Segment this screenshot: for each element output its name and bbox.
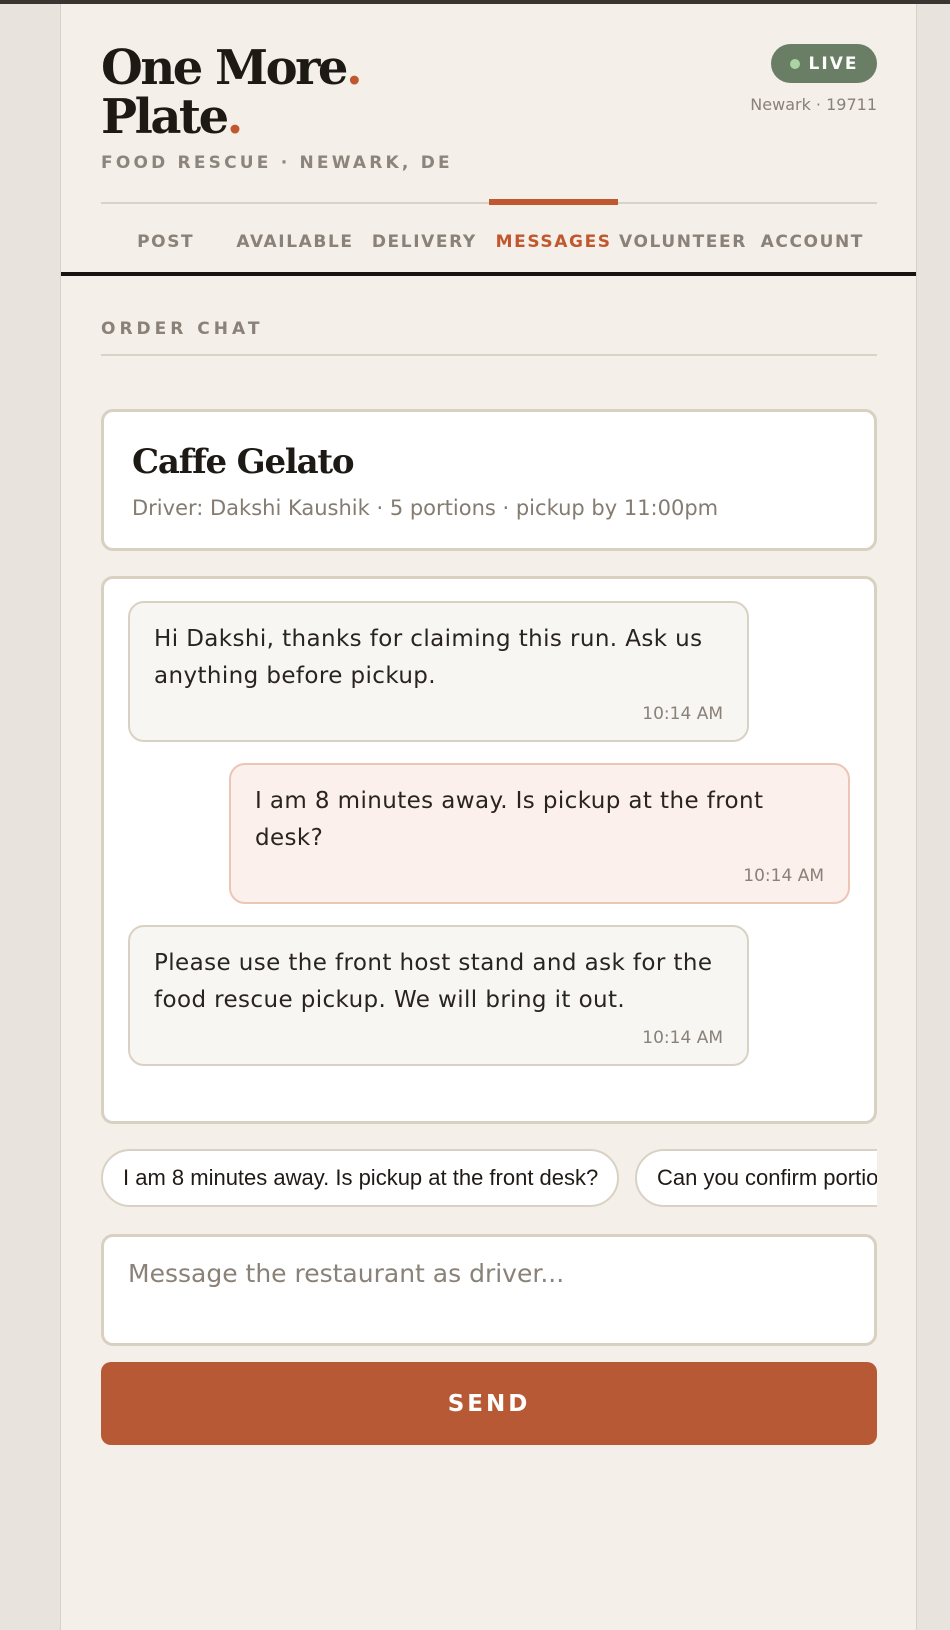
message-bubble-driver: I am 8 minutes away. Is pickup at the fr… [229, 763, 850, 904]
message-time: 10:14 AM [743, 866, 824, 886]
section-title: ORDER CHAT [101, 319, 264, 339]
live-dot-icon [789, 58, 800, 69]
message-text: Please use the front host stand and ask … [154, 950, 713, 1013]
brand-tagline: FOOD RESCUE · NEWARK, DE [101, 153, 453, 173]
message-text: I am 8 minutes away. Is pickup at the fr… [255, 788, 764, 851]
main-nav: POST AVAILABLE DELIVERY MESSAGES VOLUNTE… [101, 199, 877, 258]
message-text: Hi Dakshi, thanks for claiming this run.… [154, 626, 703, 689]
message-bubble-restaurant: Please use the front host stand and ask … [128, 925, 749, 1066]
send-button[interactable]: SEND [101, 1362, 877, 1445]
quick-reply-chip[interactable]: I am 8 minutes away. Is pickup at the fr… [101, 1149, 619, 1207]
restaurant-name: Caffe Gelato [132, 442, 355, 482]
brand-logo: One More. Plate. [101, 44, 363, 145]
location-label: Newark · 19711 [750, 95, 877, 114]
order-meta: Driver: Dakshi Kaushik · 5 portions · pi… [132, 496, 719, 520]
brand-dot: . [345, 40, 363, 96]
tab-volunteer[interactable]: VOLUNTEER [618, 226, 747, 258]
header-divider [61, 272, 916, 276]
message-time: 10:14 AM [642, 704, 723, 724]
app-frame: One More. Plate. FOOD RESCUE · NEWARK, D… [60, 4, 917, 1630]
message-input[interactable] [101, 1234, 877, 1346]
brand-dot: . [226, 89, 244, 145]
brand-line-1: One More [101, 40, 348, 96]
tab-messages[interactable]: MESSAGES [488, 199, 619, 258]
chat-thread[interactable]: Hi Dakshi, thanks for claiming this run.… [101, 576, 877, 1124]
tab-delivery[interactable]: DELIVERY [360, 226, 489, 258]
live-status-badge: LIVE [771, 44, 877, 83]
order-card: Caffe Gelato Driver: Dakshi Kaushik · 5 … [101, 409, 877, 551]
tab-post[interactable]: POST [101, 226, 230, 258]
quick-replies: I am 8 minutes away. Is pickup at the fr… [101, 1149, 877, 1209]
quick-reply-chip[interactable]: Can you confirm portions are ready? [635, 1149, 877, 1207]
tab-account[interactable]: ACCOUNT [748, 226, 877, 258]
message-time: 10:14 AM [642, 1028, 723, 1048]
section-divider [101, 354, 877, 356]
live-label: LIVE [808, 53, 859, 74]
message-bubble-restaurant: Hi Dakshi, thanks for claiming this run.… [128, 601, 749, 742]
tab-available[interactable]: AVAILABLE [230, 226, 359, 258]
brand-line-2: Plate [101, 89, 229, 145]
